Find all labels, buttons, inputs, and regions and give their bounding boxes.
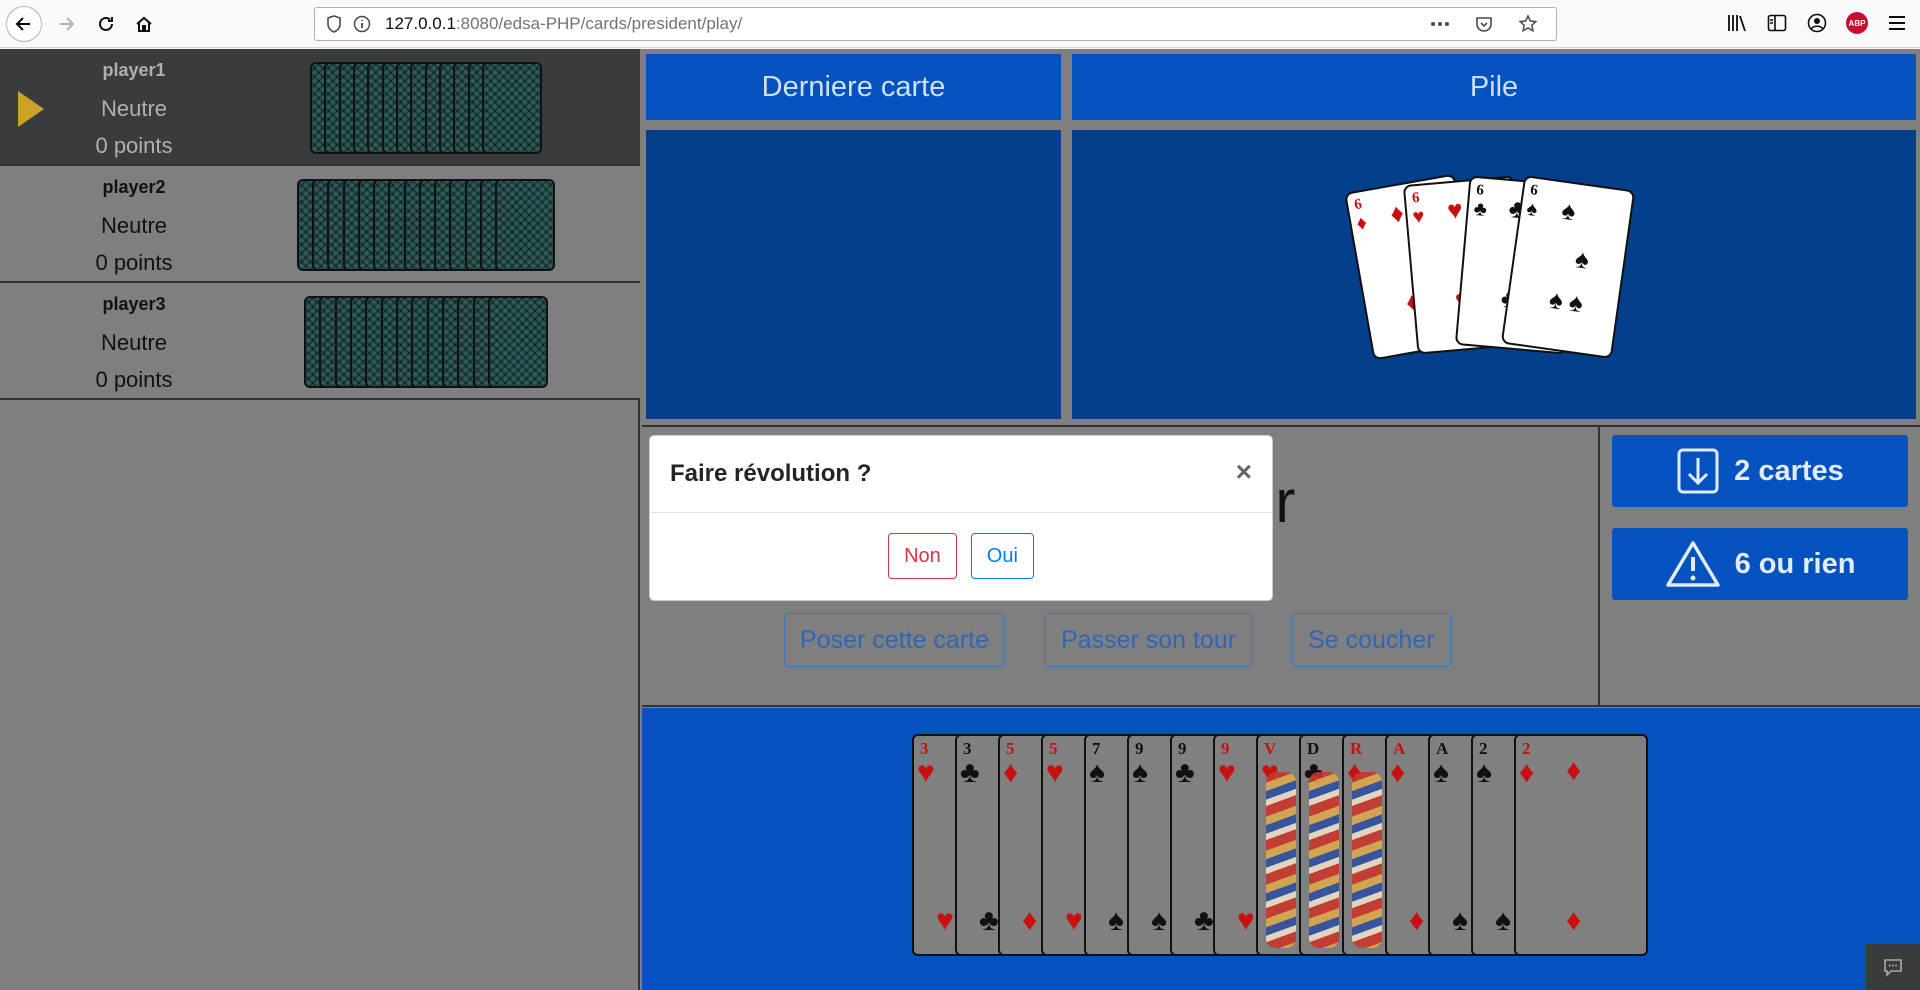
close-icon[interactable]: × (1236, 458, 1252, 486)
no-button[interactable]: Non (888, 533, 957, 579)
home-button[interactable] (126, 6, 162, 42)
arrow-right-icon (60, 17, 75, 31)
modal-title: Faire révolution ? (670, 460, 872, 487)
modal-backdrop: Faire révolution ? × Non Oui (0, 49, 1920, 990)
modal-body: Non Oui (650, 513, 1272, 579)
url-path: :8080/edsa-PHP/cards/president/play/ (455, 14, 743, 33)
info-icon[interactable] (351, 13, 373, 35)
back-button[interactable] (6, 6, 42, 42)
more-icon[interactable] (1428, 12, 1452, 36)
yes-button[interactable]: Oui (970, 533, 1034, 579)
reload-button[interactable] (88, 6, 124, 42)
url-bar[interactable]: 127.0.0.1:8080/edsa-PHP/cards/president/… (314, 7, 1557, 41)
url-host: 127.0.0.1 (385, 14, 456, 33)
account-icon[interactable] (1804, 10, 1830, 36)
menu-icon[interactable] (1884, 10, 1910, 36)
reload-icon (99, 16, 113, 31)
forward-button[interactable] (48, 6, 84, 42)
browser-toolbar: 127.0.0.1:8080/edsa-PHP/cards/president/… (0, 0, 1920, 48)
library-icon[interactable] (1724, 10, 1750, 36)
home-icon (136, 16, 152, 32)
arrow-left-icon (15, 17, 30, 31)
pocket-icon[interactable] (1472, 12, 1496, 36)
game-page: player1 Neutre 0 points player2 Neutre 0… (0, 49, 1920, 990)
sidebar-icon[interactable] (1764, 10, 1790, 36)
bookmark-star-icon[interactable] (1516, 12, 1540, 36)
adblock-icon[interactable]: ABP (1844, 10, 1870, 36)
revolution-modal: Faire révolution ? × Non Oui (649, 435, 1273, 601)
shield-icon[interactable] (323, 13, 345, 35)
url-text: 127.0.0.1:8080/edsa-PHP/cards/president/… (385, 14, 742, 34)
modal-header: Faire révolution ? × (650, 436, 1272, 513)
